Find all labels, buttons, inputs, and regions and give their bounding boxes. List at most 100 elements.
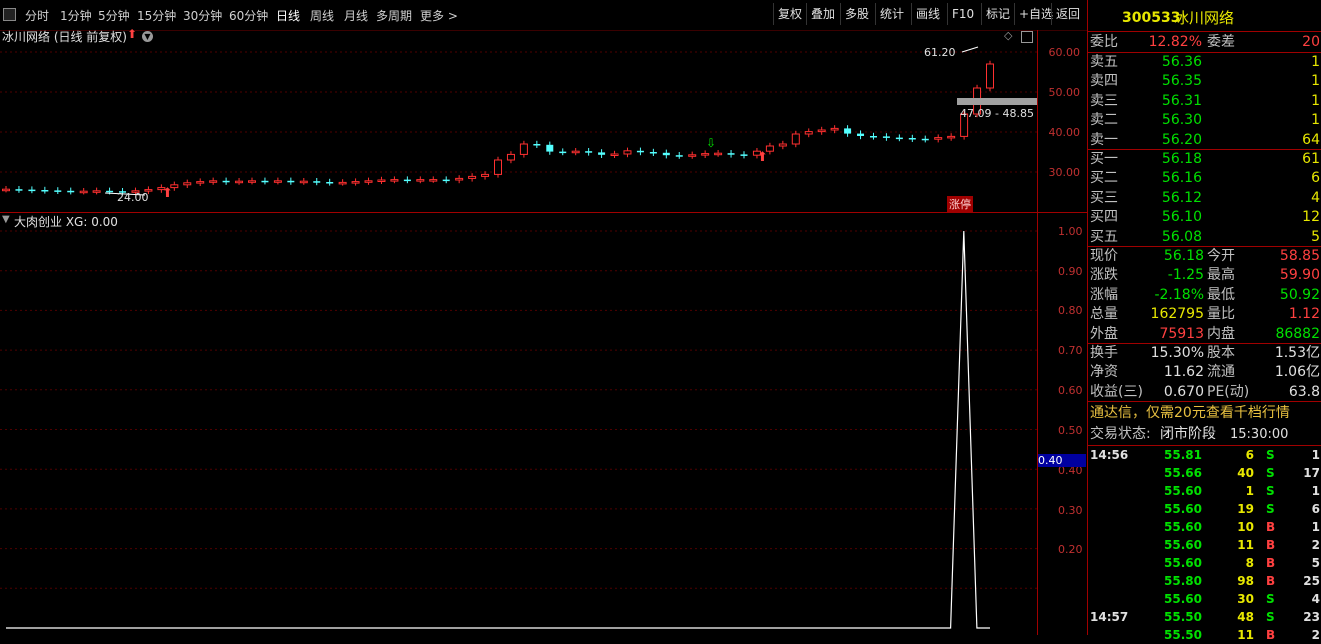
period-5min[interactable]: 5分钟 (98, 7, 130, 24)
tick-row[interactable]: 14:57 55.50 48 S 23 (1088, 608, 1321, 626)
tick-volume: 19 (1237, 502, 1254, 516)
tick-row[interactable]: 55.60 30 S 4 (1088, 590, 1321, 608)
stock-name: 冰川网络 (1174, 9, 1235, 27)
sell-label: 卖一 (1090, 131, 1118, 148)
fund-label-2: 流通 (1207, 364, 1235, 381)
tick-price: 55.50 (1164, 610, 1202, 624)
ind-axis-070: 0.70 (1058, 344, 1083, 357)
multi-stock-button[interactable]: 多股 (840, 3, 873, 25)
sell-signal-arrow-icon: ⇩ (706, 136, 717, 150)
weibi-row: 委比 12.82% 委差 20 (1088, 33, 1321, 52)
ad-row[interactable]: 通达信，仅需20元查看千档行情 (1088, 404, 1321, 423)
period-toolbar: 分时 1分钟 5分钟 15分钟 30分钟 60分钟 日线 周线 月线 多周期 更… (0, 0, 1087, 31)
candle-body (636, 150, 644, 153)
period-30min[interactable]: 30分钟 (183, 7, 222, 24)
tick-row[interactable]: 55.80 98 B 25 (1088, 572, 1321, 590)
period-weekly[interactable]: 周线 (310, 7, 334, 24)
quote-label-2: 最高 (1207, 267, 1235, 284)
candle-body (455, 177, 464, 181)
f10-button[interactable]: F10 (947, 3, 978, 25)
sell-row: 卖二 56.30 1 (1088, 111, 1321, 130)
period-1min[interactable]: 1分钟 (60, 7, 92, 24)
tick-row[interactable]: 14:56 55.81 6 S 1 (1088, 446, 1321, 464)
sell-qty: 1 (1311, 54, 1320, 70)
buy-qty: 4 (1311, 189, 1320, 206)
candle-body (481, 173, 490, 177)
candle-body (947, 135, 956, 139)
period-daily[interactable]: 日线 (276, 7, 300, 24)
tick-count: 1 (1311, 448, 1320, 462)
candle-body (688, 154, 697, 157)
candle-body (261, 180, 269, 183)
period-multi[interactable]: 多周期 (376, 7, 412, 24)
weibi-label: 委比 (1090, 34, 1118, 50)
tick-row[interactable]: 55.60 1 S 1 (1088, 482, 1321, 500)
fund-row: 净资 11.62 流通 1.06亿 (1088, 363, 1321, 382)
tick-volume: 98 (1237, 574, 1254, 588)
tick-time: 14:56 (1090, 448, 1129, 462)
period-more[interactable]: 更多 > (420, 7, 458, 24)
back-button[interactable]: 返回 (1051, 3, 1084, 25)
buy-price: 56.10 (1161, 209, 1202, 226)
candle-body (2, 188, 10, 192)
candle-body (727, 153, 735, 155)
mark-button[interactable]: 标记 (981, 3, 1014, 25)
sell-price: 56.35 (1161, 73, 1202, 90)
candle-body (869, 136, 877, 138)
tick-volume: 30 (1237, 592, 1254, 606)
candle-body (546, 144, 554, 152)
tick-side: B (1266, 574, 1276, 588)
tick-row[interactable]: 55.50 11 B 2 (1088, 626, 1321, 644)
overlay-button[interactable]: 叠加 (806, 3, 839, 25)
tick-row[interactable]: 55.60 8 B 5 (1088, 554, 1321, 572)
indicator-chart[interactable]: ▼ 大肉创业 XG: 0.00 1.00 0.90 0.80 0.70 0.60… (0, 213, 1087, 635)
kline-chart[interactable]: 冰川网络 (日线 前复权) ⬆ ▼ ◇ 61.20 24.00 47.09 - … (0, 27, 1087, 212)
tick-price: 55.60 (1164, 538, 1202, 552)
candle-body (15, 189, 23, 191)
tick-count: 1 (1311, 520, 1320, 534)
sell-label: 卖二 (1090, 112, 1118, 129)
candle-body (701, 153, 710, 156)
tick-side: B (1266, 556, 1276, 570)
fuquan-button[interactable]: 复权 (773, 3, 806, 25)
quote-row: 总量 162795 量比 1.12 (1088, 305, 1321, 324)
ad-text[interactable]: 通达信，仅需20元查看千档行情 (1090, 404, 1290, 423)
ind-axis-090: 0.90 (1058, 265, 1083, 278)
quote-row: 外盘 75913 内盘 86882 (1088, 325, 1321, 344)
cursor-value-label: 0.40 (1038, 454, 1086, 467)
candle-body (714, 152, 723, 156)
period-monthly[interactable]: 月线 (344, 7, 368, 24)
toolbar-toggle-icon[interactable] (3, 8, 16, 21)
quote-value-2: 59.90 (1279, 267, 1320, 284)
tick-price: 55.60 (1164, 520, 1202, 534)
draw-line-button[interactable]: 画线 (911, 3, 944, 25)
xg-signal-line (6, 230, 990, 629)
sell-qty: 1 (1311, 112, 1320, 129)
candle-body (740, 154, 748, 156)
tick-row[interactable]: 55.66 40 S 17 (1088, 464, 1321, 482)
tick-row[interactable]: 55.60 19 S 6 (1088, 500, 1321, 518)
quote-label-1: 涨跌 (1090, 267, 1118, 284)
limit-up-badge: 涨停 (947, 196, 973, 212)
tick-row[interactable]: 55.60 10 B 1 (1088, 518, 1321, 536)
buy-price: 56.12 (1161, 189, 1202, 206)
ind-axis-080: 0.80 (1058, 304, 1083, 317)
candle-body (79, 190, 88, 194)
weibi-value: 12.82% (1148, 34, 1202, 50)
quote-label-2: 今开 (1207, 248, 1235, 264)
period-15min[interactable]: 15分钟 (137, 7, 176, 24)
fund-label-2: 股本 (1207, 345, 1235, 361)
period-fenshi[interactable]: 分时 (25, 7, 49, 24)
candle-body (468, 175, 477, 179)
candle-body (649, 152, 657, 154)
period-60min[interactable]: 60分钟 (229, 7, 268, 24)
fund-label-1: 净资 (1090, 364, 1118, 381)
tick-row[interactable]: 55.60 11 B 2 (1088, 536, 1321, 554)
stats-button[interactable]: 统计 (875, 3, 908, 25)
fund-value-2: 1.06亿 (1274, 364, 1320, 381)
sell-price: 56.36 (1161, 54, 1202, 70)
candle-body (390, 179, 399, 182)
candle-body (416, 179, 425, 182)
candle-body (986, 63, 994, 89)
candle-body (338, 181, 347, 185)
